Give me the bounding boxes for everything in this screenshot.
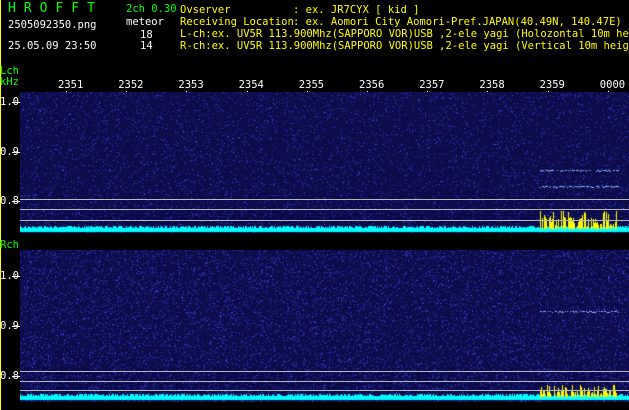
rch-spectrogram bbox=[20, 250, 629, 402]
rch-ref-line-upper bbox=[20, 371, 629, 372]
datetime-label: 25.05.09 23:50 bbox=[8, 40, 97, 52]
lch-spectrogram bbox=[20, 92, 629, 233]
rch-label: Rch bbox=[0, 239, 19, 251]
lch-label: Lch bbox=[0, 65, 19, 77]
time-tick-label: 2351 bbox=[58, 79, 84, 91]
time-tick-label: 2352 bbox=[118, 79, 144, 91]
app-logo: HROFFT bbox=[8, 1, 103, 16]
rch-count: 14 bbox=[140, 40, 153, 52]
lch-tick-0-8 bbox=[12, 201, 20, 202]
rch-tick-0-8 bbox=[12, 376, 20, 377]
time-tick-label: 2356 bbox=[359, 79, 385, 91]
time-tick-label: 2353 bbox=[178, 79, 204, 91]
rch-tick-0-9 bbox=[12, 326, 20, 327]
rch-tick-1-0 bbox=[12, 276, 20, 277]
location-value: : ex. Aomori City Aomori-Pref.JAPAN(40.4… bbox=[293, 16, 622, 28]
time-tick-label: 2358 bbox=[479, 79, 505, 91]
observer-value: : ex. JR7CYX [ kid ] bbox=[293, 4, 420, 16]
time-tick-label: 2357 bbox=[419, 79, 445, 91]
lch-tick-1-0 bbox=[12, 102, 20, 103]
location-label: Receiving Location bbox=[180, 16, 294, 28]
time-tick-label: 2355 bbox=[298, 79, 325, 91]
observer-label: Ovserver bbox=[180, 4, 231, 16]
khz-label: kHz bbox=[0, 76, 19, 88]
lch-tick-0-9 bbox=[12, 152, 20, 153]
lch-ref-line-lower bbox=[20, 209, 629, 210]
lch-ref-line-upper bbox=[20, 199, 629, 200]
lch-ref-line-base bbox=[20, 220, 629, 221]
mode-label: meteor bbox=[126, 16, 164, 28]
lch-count: 18 bbox=[140, 29, 153, 41]
app-version: 2ch 0.30 bbox=[126, 3, 177, 15]
rch-config: R-ch:ex. UV5R 113.900Mhz(SAPPORO VOR)USB… bbox=[180, 40, 629, 52]
file-name: 2505092350.png bbox=[8, 19, 97, 31]
time-tick-label: 2354 bbox=[238, 79, 264, 91]
rch-ref-line-lower bbox=[20, 381, 629, 382]
lch-config: L-ch:ex. UV5R 113.900Mhz(SAPPORO VOR)USB… bbox=[180, 28, 629, 40]
time-tick-label: 0000 bbox=[599, 79, 626, 91]
rch-ref-line-base bbox=[20, 390, 629, 391]
time-tick-label: 2359 bbox=[539, 79, 565, 91]
